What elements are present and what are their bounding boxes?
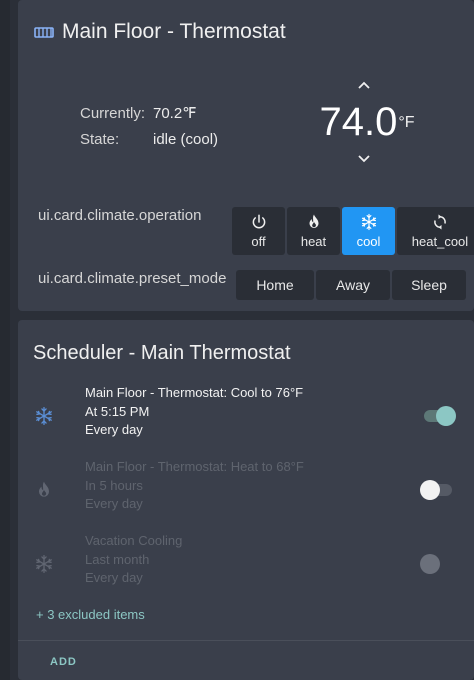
schedule-item-time: In 5 hours (85, 477, 143, 493)
target-temperature: 74.0 °F (319, 100, 415, 144)
schedule-toggle-on[interactable] (420, 406, 456, 426)
schedule-item[interactable]: Main Floor - Thermostat: Heat to 68°F In… (18, 458, 474, 528)
schedule-item-text: Vacation Cooling Last month Every day (85, 532, 182, 588)
current-label: Currently: (80, 104, 146, 122)
scheduler-title: Scheduler - Main Thermostat (33, 342, 291, 364)
fire-icon (309, 214, 318, 228)
mode-heat-label: heat (300, 234, 327, 249)
mode-off-button[interactable]: off (232, 207, 285, 255)
schedule-item-time: At 5:15 PM (85, 403, 150, 419)
add-button[interactable]: ADD (50, 656, 77, 668)
schedule-item-time: Last month (85, 551, 150, 567)
mode-cool-label: cool (356, 234, 381, 249)
schedule-item-repeat: Every day (85, 422, 143, 437)
state-label: State: (80, 130, 120, 148)
schedule-item-repeat: Every day (85, 570, 143, 585)
preset-away-button[interactable]: Away (316, 270, 390, 300)
scheduler-card: Scheduler - Main Thermostat Main Floor -… (18, 320, 474, 680)
mode-off-label: off (251, 234, 266, 249)
preset-home-button[interactable]: Home (236, 270, 314, 300)
target-value: 74.0 (319, 100, 398, 144)
mode-cool-button[interactable]: cool (342, 207, 395, 255)
schedule-item-title: Main Floor - Thermostat: Heat to 68°F (85, 459, 304, 474)
current-row: Currently: 70.2℉ (80, 100, 218, 126)
setpoint-control: 74.0 °F (314, 76, 415, 168)
snowflake-icon (36, 555, 52, 573)
thermostat-info: Currently: 70.2℉ State: idle (cool) (80, 100, 218, 152)
thermostat-card: Main Floor - Thermostat Currently: 70.2℉… (18, 0, 474, 311)
schedule-item-repeat: Every day (85, 496, 143, 511)
operation-buttons: off heat cool heat_cool (232, 207, 474, 255)
autorenew-icon (434, 214, 446, 230)
divider (18, 640, 474, 641)
preset-buttons: Home Away Sleep (236, 270, 466, 300)
excluded-items-link[interactable]: + 3 excluded items (36, 607, 145, 622)
mode-heat-cool-label: heat_cool (411, 234, 469, 249)
target-unit: °F (398, 114, 415, 131)
toggle-knob (420, 554, 440, 574)
schedule-item-title: Main Floor - Thermostat: Cool to 76°F (85, 385, 304, 400)
operation-row: ui.card.climate.operation off heat cool … (38, 207, 474, 255)
mode-heat-button[interactable]: heat (287, 207, 340, 255)
chevron-down-icon[interactable] (314, 150, 414, 168)
current-value: 70.2℉ (153, 105, 197, 122)
thermostat-title: Main Floor - Thermostat (62, 20, 286, 43)
snowflake-icon (361, 213, 376, 231)
radiator-icon (34, 27, 54, 38)
chevron-up-icon[interactable] (314, 76, 414, 94)
state-row: State: idle (cool) (80, 126, 218, 152)
fire-icon (39, 481, 49, 497)
state-value: idle (cool) (153, 130, 219, 148)
toggle-knob (436, 406, 456, 426)
schedule-item-text: Main Floor - Thermostat: Cool to 76°F At… (85, 384, 303, 440)
power-icon (252, 214, 265, 229)
preset-label: ui.card.climate.preset_mode (38, 270, 227, 287)
preset-sleep-button[interactable]: Sleep (392, 270, 466, 300)
snowflake-icon (36, 407, 52, 425)
thermostat-header: Main Floor - Thermostat (34, 20, 286, 44)
schedule-item-title: Vacation Cooling (85, 533, 183, 548)
mode-heat-cool-button[interactable]: heat_cool (397, 207, 474, 255)
schedule-item-text: Main Floor - Thermostat: Heat to 68°F In… (85, 458, 304, 514)
schedule-toggle-off[interactable] (420, 480, 456, 500)
schedule-item[interactable]: Vacation Cooling Last month Every day (18, 532, 474, 602)
sidebar-rail (0, 0, 10, 680)
schedule-item[interactable]: Main Floor - Thermostat: Cool to 76°F At… (18, 384, 474, 454)
toggle-knob (420, 480, 440, 500)
operation-label: ui.card.climate.operation (38, 207, 202, 224)
preset-row: ui.card.climate.preset_mode Home Away Sl… (38, 270, 466, 300)
schedule-toggle-disabled[interactable] (420, 554, 456, 574)
